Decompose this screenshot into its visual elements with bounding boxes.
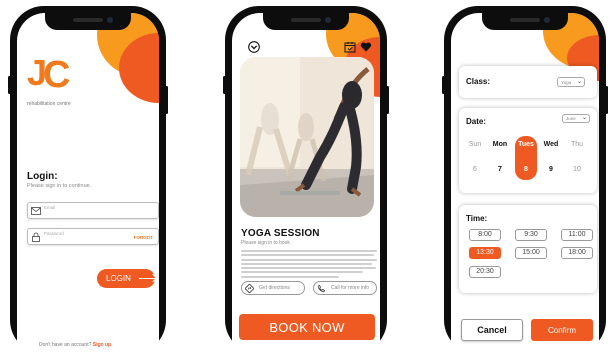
call-button[interactable]: Call for more info <box>313 281 377 295</box>
day-option[interactable]: Mon 7 <box>489 138 511 173</box>
login-button-label: LOGIN <box>106 274 131 283</box>
power-button <box>386 86 389 114</box>
directions-icon <box>245 283 254 293</box>
phone-icon <box>317 284 326 292</box>
signup-link[interactable]: Sign up <box>93 342 111 348</box>
heart-icon[interactable] <box>360 41 372 53</box>
chevron-down-icon: ⌄ <box>581 115 587 121</box>
day-option-selected[interactable]: Tues 8 <box>515 136 537 180</box>
session-title: YOGA SESSION <box>241 228 320 239</box>
forgot-password-link[interactable]: FORGOT <box>134 235 153 240</box>
time-slot[interactable]: 9:30 <box>515 229 547 241</box>
time-slot-selected[interactable]: 13:30 <box>469 247 501 259</box>
volume-button <box>442 76 445 94</box>
lock-icon <box>32 232 40 242</box>
month-select[interactable]: June ⌄ <box>562 114 590 123</box>
directions-button[interactable]: Get directions <box>241 281 305 295</box>
class-select[interactable]: Yoga ⌄ <box>557 77 585 87</box>
month-select-value: June <box>566 116 576 121</box>
directions-label: Get directions <box>259 285 290 291</box>
time-slot[interactable]: 20:30 <box>469 266 501 278</box>
time-slot[interactable]: 15:00 <box>515 247 547 259</box>
signup-prompt-text: Don't have an account? <box>39 342 92 348</box>
chevron-down-icon[interactable] <box>248 41 260 53</box>
power-button <box>605 86 608 114</box>
phone-login: J C rehabilitation centre Login: Please … <box>8 6 168 354</box>
signup-prompt: Don't have an account? Sign up <box>39 342 111 348</box>
day-option[interactable]: Wed 9 <box>540 138 562 173</box>
email-placeholder: Email <box>44 205 56 210</box>
confirm-button[interactable]: Confirm <box>531 319 593 341</box>
phone-booking: Class: Yoga ⌄ Date: June ⌄ Sun 6 Mon 7 T… <box>442 6 608 354</box>
phone-notch <box>45 13 131 30</box>
date-label: Date: <box>466 117 487 126</box>
time-label: Time: <box>466 214 488 223</box>
logo-subtitle: rehabilitation centre <box>27 101 71 107</box>
call-label: Call for more info <box>331 285 370 291</box>
class-label: Class: <box>466 77 491 86</box>
class-card: Class: Yoga ⌄ <box>459 66 597 98</box>
volume-button <box>8 76 11 94</box>
password-field[interactable]: Password FORGOT <box>27 228 159 245</box>
logo-letter-c: C <box>43 54 71 96</box>
login-button[interactable]: LOGIN <box>97 269 155 288</box>
login-screen: J C rehabilitation centre Login: Please … <box>17 13 159 354</box>
volume-button <box>223 76 226 94</box>
arrow-right-icon <box>138 278 155 279</box>
time-slot[interactable]: 18:00 <box>561 247 593 259</box>
date-card: Date: June ⌄ Sun 6 Mon 7 Tues 8 Wed 9 Th… <box>459 108 597 193</box>
phone-session: YOGA SESSION Please sign in to book Get … <box>223 6 389 354</box>
calendar-icon[interactable] <box>344 41 356 53</box>
booking-screen: Class: Yoga ⌄ Date: June ⌄ Sun 6 Mon 7 T… <box>451 13 599 354</box>
mail-icon <box>31 207 41 215</box>
phone-notch <box>482 13 568 30</box>
time-card: Time: 8:00 9:30 11:00 13:30 15:00 18:00 … <box>459 205 597 293</box>
password-placeholder: Password <box>44 231 64 236</box>
login-subtitle: Please sign in to continue. <box>27 183 92 189</box>
login-title: Login: <box>27 171 58 182</box>
email-field[interactable]: Email <box>27 202 159 219</box>
cancel-button[interactable]: Cancel <box>461 319 523 341</box>
yoga-photo <box>240 57 374 217</box>
session-description <box>241 250 377 280</box>
day-option[interactable]: Sun 6 <box>464 138 486 173</box>
chevron-down-icon: ⌄ <box>576 79 582 85</box>
time-slot[interactable]: 8:00 <box>469 229 501 241</box>
yoga-class-image <box>240 57 374 217</box>
book-now-button[interactable]: BOOK NOW <box>239 314 375 340</box>
logo: J C <box>27 53 77 96</box>
time-slot[interactable]: 11:00 <box>561 229 593 241</box>
session-screen: YOGA SESSION Please sign in to book Get … <box>232 13 380 354</box>
class-select-value: Yoga <box>561 79 572 85</box>
power-button <box>165 86 168 114</box>
phone-notch <box>263 13 349 30</box>
day-option[interactable]: Thu 10 <box>566 138 588 173</box>
session-subtitle: Please sign in to book <box>241 240 290 246</box>
